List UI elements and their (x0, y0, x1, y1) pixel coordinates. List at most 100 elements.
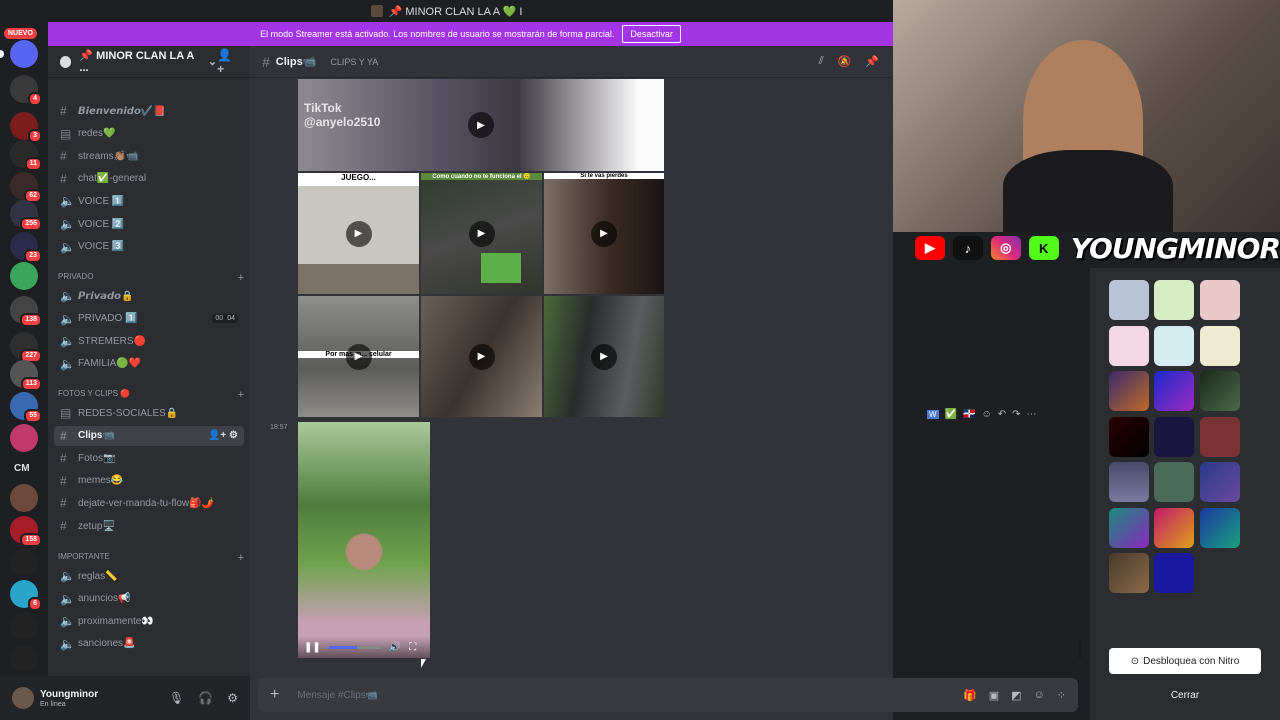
guild-header[interactable]: 📌 MINOR CLAN LA A ... ⌄ 👤+ (48, 46, 250, 78)
theme-swatch[interactable] (1154, 325, 1194, 366)
username[interactable]: Youngminor (40, 689, 98, 701)
server-icon[interactable]: 6 (10, 580, 42, 611)
theme-swatch[interactable] (1109, 371, 1149, 411)
theme-swatch[interactable] (1200, 371, 1240, 411)
message-input[interactable]: Mensaje #Clips📹 (297, 690, 378, 701)
theme-swatch[interactable] (1200, 280, 1240, 320)
theme-swatch[interactable] (1200, 507, 1240, 548)
theme-swatch[interactable] (1109, 325, 1149, 366)
theme-swatch[interactable] (1109, 280, 1149, 320)
channel-item[interactable]: # Fotos📷 (54, 448, 244, 468)
disable-streamer-mode-button[interactable]: Desactivar (622, 25, 681, 43)
theme-swatch[interactable] (1200, 416, 1240, 457)
avatar[interactable] (12, 687, 34, 709)
volume-icon[interactable]: 🔊 (389, 642, 401, 653)
gif-icon[interactable]: ▣ (989, 689, 999, 702)
channel-item[interactable]: # dejate-ver-manda-tu-flow🎒🌶️ (54, 493, 244, 513)
play-icon[interactable]: ▶ (591, 220, 617, 247)
play-icon[interactable]: ▶ (591, 343, 617, 370)
theme-swatch[interactable] (1109, 507, 1149, 548)
channel-item[interactable]: # Clips📹 👤+ ⚙ (54, 425, 244, 446)
server-icon[interactable] (10, 424, 38, 452)
video-attachment[interactable]: ▶ (421, 296, 542, 417)
threads-icon[interactable]: ⫽ (819, 55, 824, 68)
video-attachment[interactable]: Como cuando no te funciona el 🙃 ▶ (421, 173, 542, 294)
channel-item[interactable]: 🔈 proximamente👀 (54, 611, 244, 631)
gift-icon[interactable]: 🎁 (963, 689, 977, 702)
channel-item[interactable]: 🔈 sanciones🚨 (54, 634, 244, 654)
channel-item[interactable]: 🔈 VOICE 3️⃣ (54, 237, 244, 257)
video-progress-bar[interactable] (328, 645, 381, 649)
server-icon[interactable]: 138 (10, 296, 42, 327)
check-reaction-icon[interactable]: ✅ (945, 409, 957, 420)
channel-item[interactable]: # zetup🖥️ (54, 516, 244, 536)
add-member-icon[interactable]: 👤+ (217, 48, 238, 76)
w-reaction-icon[interactable]: W (927, 409, 939, 419)
reply-icon[interactable]: ↶ (998, 409, 1006, 420)
add-reaction-icon[interactable]: ☺ (981, 409, 991, 420)
emoji-icon[interactable]: ☺ (1034, 689, 1045, 702)
theme-swatch[interactable] (1154, 553, 1194, 593)
theme-swatch[interactable] (1109, 462, 1149, 502)
server-icon[interactable]: 62 (10, 172, 42, 203)
video-attachment[interactable]: Por mas m... celular ▶ (298, 296, 419, 417)
server-icon[interactable]: 11 (10, 140, 42, 171)
channel-item[interactable]: # 𝘽𝙞𝙚𝙣𝙫𝙚𝙣𝙞𝙙𝙤✔️📕 (54, 101, 244, 121)
more-icon[interactable]: ⋯ (1026, 409, 1036, 420)
theme-swatch[interactable] (1154, 462, 1194, 502)
theme-swatch[interactable] (1109, 416, 1149, 457)
gear-icon[interactable]: ⚙ (227, 691, 238, 705)
channel-category[interactable]: IMPORTANTE + (58, 552, 244, 564)
play-icon[interactable]: ▶ (345, 220, 372, 247)
server-icon[interactable]: 227 (10, 332, 42, 363)
server-icon[interactable]: 158 (10, 516, 42, 547)
apps-icon[interactable]: ⁘ (1057, 689, 1066, 702)
channel-item[interactable]: 🔈 VOICE 2️⃣ (54, 214, 244, 234)
server-icon[interactable] (10, 644, 38, 672)
pin-icon[interactable]: 📌 (865, 55, 879, 68)
play-icon[interactable]: ▶ (468, 112, 494, 138)
unlock-nitro-button[interactable]: ⊙ Desbloquea con Nitro (1109, 648, 1261, 674)
play-icon[interactable]: ▶ (468, 220, 495, 247)
theme-swatch[interactable] (1154, 371, 1194, 411)
add-channel-icon[interactable]: + (238, 272, 244, 284)
video-attachment[interactable]: Si te vas pierdes ▶ (544, 173, 664, 294)
channel-item[interactable]: 🔈 𝙋𝙧𝙞𝙫𝙖𝙙𝙤🔒 (54, 286, 244, 306)
flag-reaction-icon[interactable]: 🇩🇴 (963, 409, 975, 420)
channel-item[interactable]: 🔈 reglas📏 (54, 566, 244, 586)
server-icon[interactable] (10, 548, 38, 576)
channel-item[interactable]: 🔈 STREMERS🔴 (54, 331, 244, 351)
channel-item[interactable]: # streams👏🏽📹 (54, 146, 244, 166)
theme-swatch[interactable] (1109, 553, 1149, 593)
add-channel-icon[interactable]: + (238, 389, 244, 401)
channel-settings-icon[interactable]: 👤+ ⚙ (208, 430, 238, 441)
server-icon[interactable]: CM (10, 456, 38, 484)
channel-item[interactable]: 🔈 FAMILIA🟢❤️ (54, 354, 244, 374)
chevron-down-icon[interactable]: ⌄ (208, 55, 217, 68)
server-icon[interactable] (0, 40, 38, 68)
video-attachment[interactable]: JUEGO... ▶ (298, 173, 419, 294)
server-icon[interactable]: 4 (10, 75, 42, 106)
theme-swatch[interactable] (1154, 507, 1194, 548)
channel-item[interactable]: 🔈 anuncios📢 (54, 589, 244, 609)
play-icon[interactable]: ▶ (468, 343, 495, 370)
sticker-icon[interactable]: ◩ (1011, 689, 1021, 702)
video-attachment[interactable]: ▶ (544, 296, 664, 417)
channel-item[interactable]: # memes😂 (54, 471, 244, 491)
pause-icon[interactable]: ❚❚ (304, 642, 321, 653)
theme-swatch[interactable] (1154, 416, 1194, 457)
add-attachment-icon[interactable]: + (270, 686, 279, 704)
channel-category[interactable]: PRIVADO + (58, 272, 244, 284)
channel-item[interactable]: # chat✅-general (54, 169, 244, 189)
server-icon[interactable] (10, 484, 38, 512)
theme-swatch[interactable] (1200, 462, 1240, 502)
server-icon[interactable]: 3 (10, 112, 42, 143)
video-attachment[interactable]: TikTok @anyelo2510 ▶ (298, 79, 664, 171)
chat-scrollbar[interactable] (1078, 640, 1082, 658)
microphone-icon[interactable]: 🎙 (169, 691, 184, 705)
server-icon[interactable]: 256 (10, 200, 42, 231)
channel-topic[interactable]: CLIPS Y YA (330, 57, 378, 67)
channel-item[interactable]: 🔈 VOICE 1️⃣ (54, 191, 244, 211)
server-icon[interactable] (10, 262, 38, 290)
theme-swatch[interactable] (1200, 325, 1240, 366)
